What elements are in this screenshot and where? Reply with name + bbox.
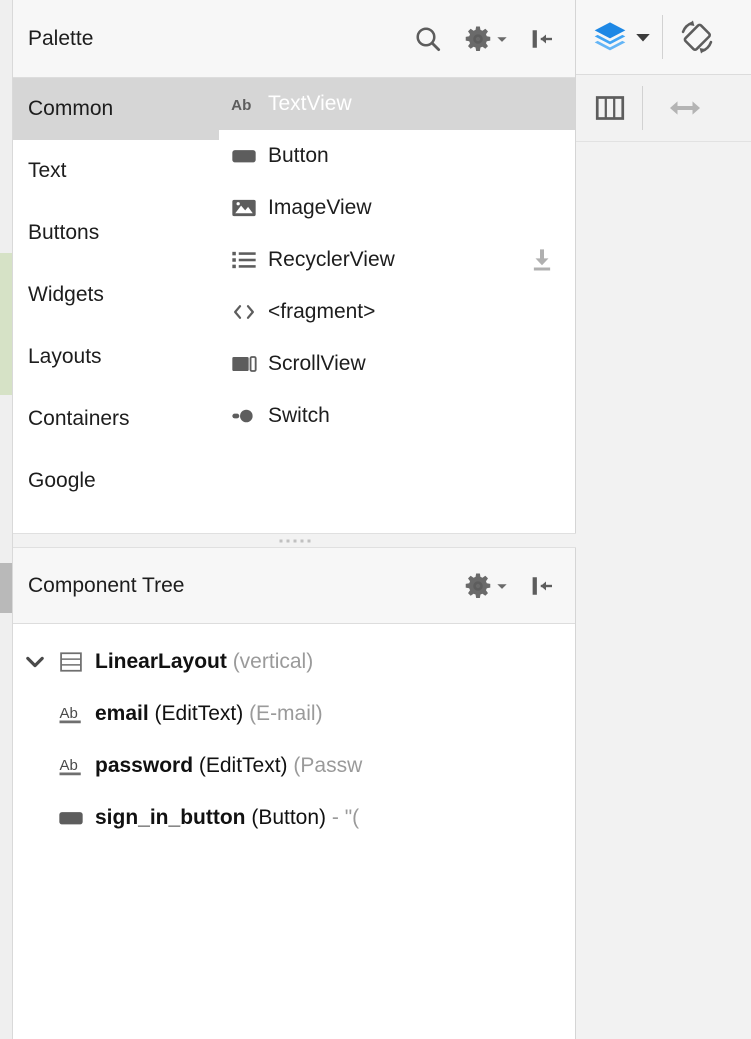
svg-text:Ab: Ab — [231, 97, 251, 114]
palette-category-google[interactable]: Google — [13, 450, 219, 512]
design-surface-area — [576, 0, 751, 1039]
tree-row-text: password (EditText) (Passw — [95, 754, 362, 778]
component-tree-panel: Component Tree LinearLayout (vertical) A… — [13, 548, 576, 1039]
svg-text:Ab: Ab — [60, 757, 78, 774]
palette-category-containers[interactable]: Containers — [13, 388, 219, 450]
design-toolbar-top — [576, 0, 751, 75]
tree-row[interactable]: sign_in_button (Button) - "( — [13, 792, 575, 844]
hide-panel-icon[interactable] — [527, 571, 557, 601]
tree-row-text: LinearLayout (vertical) — [95, 650, 313, 674]
palette-item-label: Switch — [268, 404, 330, 427]
rotate-orientation-icon[interactable] — [669, 0, 719, 74]
edittext-icon: Ab — [57, 699, 95, 729]
tree-row-id: password — [95, 754, 194, 777]
palette-title: Palette — [28, 26, 94, 50]
component-tree-header: Component Tree — [13, 548, 575, 624]
hide-panel-icon[interactable] — [527, 24, 557, 54]
gear-icon[interactable] — [462, 570, 509, 602]
chevron-down-icon — [497, 583, 507, 589]
category-label: Buttons — [28, 221, 100, 244]
palette-header-actions — [412, 23, 575, 55]
palette-item-button[interactable]: Button — [219, 130, 575, 182]
palette-item-switch[interactable]: Switch — [219, 390, 575, 442]
palette-item-label: Button — [268, 144, 329, 167]
category-label: Text — [28, 159, 67, 182]
search-icon[interactable] — [412, 23, 444, 55]
component-tree-header-actions — [462, 570, 575, 602]
textview-icon: Ab — [230, 90, 264, 118]
tree-row-id: email — [95, 702, 149, 725]
chevron-down-icon — [497, 36, 507, 42]
switch-icon — [230, 402, 264, 430]
splitter-grip[interactable] — [279, 539, 310, 542]
palette-item-label: TextView — [268, 92, 352, 115]
palette-header: Palette — [13, 0, 575, 78]
tree-row[interactable]: Ab email (EditText) (E-mail) — [13, 688, 575, 740]
palette-panel: Palette Common Text Buttons Widgets Layo… — [13, 0, 576, 533]
palette-category-common[interactable]: Common — [13, 78, 219, 140]
design-surface-canvas — [576, 142, 751, 1039]
button-icon — [57, 804, 95, 832]
tree-row-type: (EditText) — [193, 754, 288, 777]
palette-item-fragment[interactable]: <fragment> — [219, 286, 575, 338]
tree-row-text: sign_in_button (Button) - "( — [95, 806, 359, 830]
tree-row-type: (vertical) — [226, 650, 314, 673]
tree-row-hint: - "( — [326, 806, 360, 829]
chevron-down-icon[interactable] — [630, 0, 652, 74]
palette-item-scrollview[interactable]: ScrollView — [219, 338, 575, 390]
tree-row-type: (EditText) — [148, 702, 244, 725]
tree-row-hint: (Passw — [287, 754, 363, 777]
tree-row[interactable]: LinearLayout (vertical) — [13, 636, 575, 688]
category-label: Containers — [28, 407, 130, 430]
palette-body: Common Text Buttons Widgets Layouts Cont… — [13, 78, 575, 532]
download-icon[interactable] — [527, 245, 557, 275]
component-tree-title: Component Tree — [28, 573, 185, 597]
gutter-change-marker — [0, 253, 12, 395]
tree-row-id: sign_in_button — [95, 806, 246, 829]
button-icon — [230, 142, 264, 170]
tree-row-type: (Button) — [245, 806, 327, 829]
palette-item-label: ScrollView — [268, 352, 366, 375]
design-mode-layers-icon[interactable] — [576, 0, 630, 74]
category-label: Widgets — [28, 283, 104, 306]
category-label: Layouts — [28, 345, 102, 368]
palette-category-list: Common Text Buttons Widgets Layouts Cont… — [13, 78, 219, 532]
gear-icon[interactable] — [462, 23, 509, 55]
panel-splitter[interactable] — [13, 533, 576, 548]
chevron-down-icon[interactable] — [13, 650, 57, 674]
edittext-icon: Ab — [57, 751, 95, 781]
tree-row-hint: (E-mail) — [243, 702, 323, 725]
tree-row-id: LinearLayout — [95, 650, 227, 673]
toolbar-separator — [662, 15, 663, 59]
palette-item-recyclerview[interactable]: RecyclerView — [219, 234, 575, 286]
palette-item-label: ImageView — [268, 196, 372, 219]
palette-category-buttons[interactable]: Buttons — [13, 202, 219, 264]
horizontal-resize-icon — [649, 75, 705, 141]
recyclerview-icon — [230, 246, 264, 274]
fragment-icon — [230, 298, 264, 326]
palette-category-layouts[interactable]: Layouts — [13, 326, 219, 388]
toolbar-separator-2 — [642, 86, 643, 130]
svg-text:Ab: Ab — [60, 705, 78, 722]
palette-category-widgets[interactable]: Widgets — [13, 264, 219, 326]
component-tree-body: LinearLayout (vertical) Ab email (EditTe… — [13, 624, 575, 1039]
category-label: Common — [28, 97, 114, 120]
imageview-icon — [230, 194, 264, 222]
palette-item-textview[interactable]: Ab TextView — [219, 78, 575, 130]
tree-row[interactable]: Ab password (EditText) (Passw — [13, 740, 575, 792]
palette-item-label: <fragment> — [268, 300, 376, 323]
scrollview-icon — [230, 350, 264, 378]
columns-view-icon[interactable] — [576, 75, 628, 141]
gutter-scrollbar-thumb[interactable] — [0, 563, 12, 613]
palette-item-imageview[interactable]: ImageView — [219, 182, 575, 234]
palette-widget-list: Ab TextView Button ImageView RecyclerVie… — [219, 78, 575, 532]
design-toolbar-second — [576, 75, 751, 142]
tree-row-text: email (EditText) (E-mail) — [95, 702, 323, 726]
linearlayout-icon — [57, 648, 95, 676]
palette-category-text[interactable]: Text — [13, 140, 219, 202]
palette-item-label: RecyclerView — [268, 248, 395, 271]
editor-gutter-strip — [0, 0, 12, 1039]
category-label: Google — [28, 469, 96, 492]
